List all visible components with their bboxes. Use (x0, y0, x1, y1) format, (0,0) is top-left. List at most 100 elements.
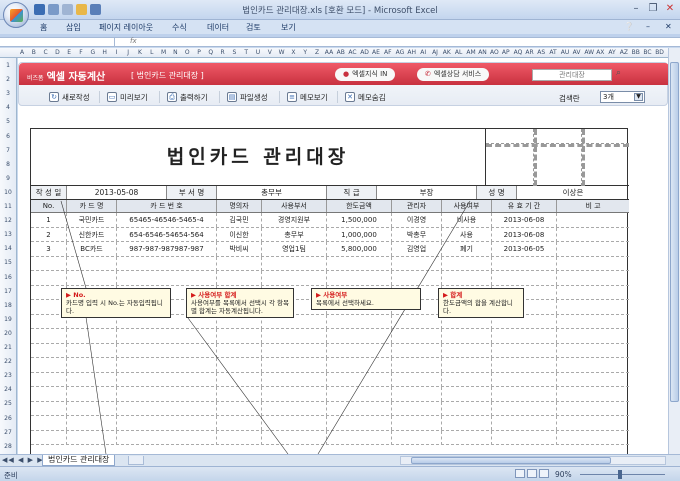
table-cell[interactable] (327, 430, 392, 445)
column-header[interactable]: Y (301, 49, 309, 56)
table-cell[interactable] (67, 329, 117, 343)
table-cell[interactable] (262, 343, 327, 358)
row-header[interactable]: 20 (0, 330, 16, 337)
table-cell[interactable] (557, 387, 629, 401)
row-header[interactable]: 3 (0, 90, 16, 97)
row-header[interactable]: 28 (0, 443, 16, 450)
column-header[interactable]: BC (643, 49, 651, 56)
table-cell[interactable]: 2 (31, 227, 67, 242)
table-cell[interactable] (217, 401, 262, 416)
insert-sheet-icon[interactable] (128, 456, 144, 465)
table-cell[interactable]: 박비씨 (217, 242, 262, 256)
column-header[interactable]: M (160, 49, 168, 56)
column-header[interactable]: AF (384, 49, 392, 56)
zoom-thumb[interactable] (618, 470, 622, 479)
row-header[interactable]: 15 (0, 259, 16, 266)
table-cell[interactable] (31, 256, 67, 271)
table-cell[interactable] (392, 329, 442, 343)
close-icon[interactable]: ✕ (662, 2, 678, 15)
page-layout-view-icon[interactable] (527, 469, 537, 478)
row-header[interactable]: 6 (0, 133, 16, 140)
table-cell[interactable] (117, 372, 217, 387)
tab-home[interactable]: 홈 (40, 22, 47, 33)
table-cell[interactable] (392, 387, 442, 401)
table-cell[interactable] (67, 401, 117, 416)
new-button[interactable]: ↻ 새로작성 (49, 90, 90, 104)
table-cell[interactable] (442, 358, 492, 372)
horizontal-scrollbar[interactable] (400, 456, 666, 465)
table-cell[interactable] (67, 430, 117, 445)
table-cell[interactable] (442, 343, 492, 358)
tab-data[interactable]: 데이터 (207, 22, 229, 33)
table-cell[interactable] (442, 256, 492, 271)
table-cell[interactable] (217, 343, 262, 358)
ribbon-close-icon[interactable]: ✕ (665, 22, 672, 31)
column-header[interactable]: C (42, 49, 50, 56)
excel-consult-link[interactable]: ✆ 엑셀상담 서비스 (417, 68, 490, 81)
table-cell[interactable] (327, 329, 392, 343)
row-header[interactable]: 5 (0, 118, 16, 125)
table-cell[interactable] (262, 387, 327, 401)
search-icon[interactable]: ⌕ (616, 68, 628, 80)
table-cell[interactable] (557, 300, 629, 314)
table-cell[interactable] (262, 271, 327, 285)
table-cell[interactable] (262, 430, 327, 445)
table-cell[interactable] (67, 416, 117, 430)
table-cell[interactable]: 국민카드 (67, 213, 117, 227)
row-header[interactable]: 9 (0, 175, 16, 182)
column-header[interactable]: P (195, 49, 203, 56)
table-cell[interactable] (392, 372, 442, 387)
column-header[interactable]: AZ (620, 49, 628, 56)
table-cell[interactable] (327, 271, 392, 285)
column-header[interactable]: X (289, 49, 297, 56)
column-header[interactable]: G (89, 49, 97, 56)
table-cell[interactable] (217, 358, 262, 372)
table-cell[interactable]: 김국민 (217, 213, 262, 227)
column-header[interactable]: BD (655, 49, 664, 56)
table-cell[interactable]: 654-6546-54654-564 (117, 227, 217, 242)
table-cell[interactable] (442, 329, 492, 343)
table-cell[interactable] (117, 430, 217, 445)
column-header[interactable]: AW (584, 49, 594, 56)
column-header[interactable]: B (30, 49, 38, 56)
column-header[interactable]: AE (372, 49, 380, 56)
column-header[interactable]: F (77, 49, 85, 56)
table-cell[interactable] (557, 344, 629, 358)
table-cell[interactable] (392, 416, 442, 430)
column-header[interactable]: U (254, 49, 262, 56)
tab-formulas[interactable]: 수식 (172, 22, 187, 33)
table-cell[interactable]: 폐기 (442, 242, 492, 256)
table-cell[interactable] (31, 329, 67, 343)
table-cell[interactable] (31, 401, 67, 416)
count-select[interactable]: 3개 ▼ (600, 91, 645, 103)
table-cell[interactable] (442, 430, 492, 445)
table-cell[interactable] (31, 387, 67, 401)
table-cell[interactable] (31, 358, 67, 372)
table-cell[interactable] (392, 358, 442, 372)
table-cell[interactable] (117, 343, 217, 358)
table-cell[interactable] (492, 416, 557, 430)
table-cell[interactable] (327, 372, 392, 387)
column-header[interactable]: AL (455, 49, 463, 56)
row-header[interactable]: 21 (0, 344, 16, 351)
table-cell[interactable] (327, 401, 392, 416)
scroll-thumb[interactable] (411, 457, 611, 464)
table-cell[interactable]: 영업1팀 (262, 242, 327, 256)
column-header[interactable]: AY (608, 49, 616, 56)
table-cell[interactable] (67, 372, 117, 387)
table-cell[interactable]: 총무부 (262, 227, 327, 242)
search-input[interactable]: 관리대장 (532, 69, 612, 81)
table-cell[interactable] (67, 387, 117, 401)
table-cell[interactable] (392, 271, 442, 285)
column-header[interactable]: AI (419, 49, 427, 56)
table-cell[interactable] (557, 242, 629, 256)
row-header[interactable]: 13 (0, 231, 16, 238)
tab-view[interactable]: 보기 (281, 22, 296, 33)
column-header[interactable]: AC (348, 49, 356, 56)
table-cell[interactable] (217, 329, 262, 343)
table-cell[interactable] (557, 228, 629, 242)
row-header[interactable]: 18 (0, 302, 16, 309)
table-cell[interactable] (31, 372, 67, 387)
column-header[interactable]: AB (337, 49, 345, 56)
table-cell[interactable] (442, 271, 492, 285)
